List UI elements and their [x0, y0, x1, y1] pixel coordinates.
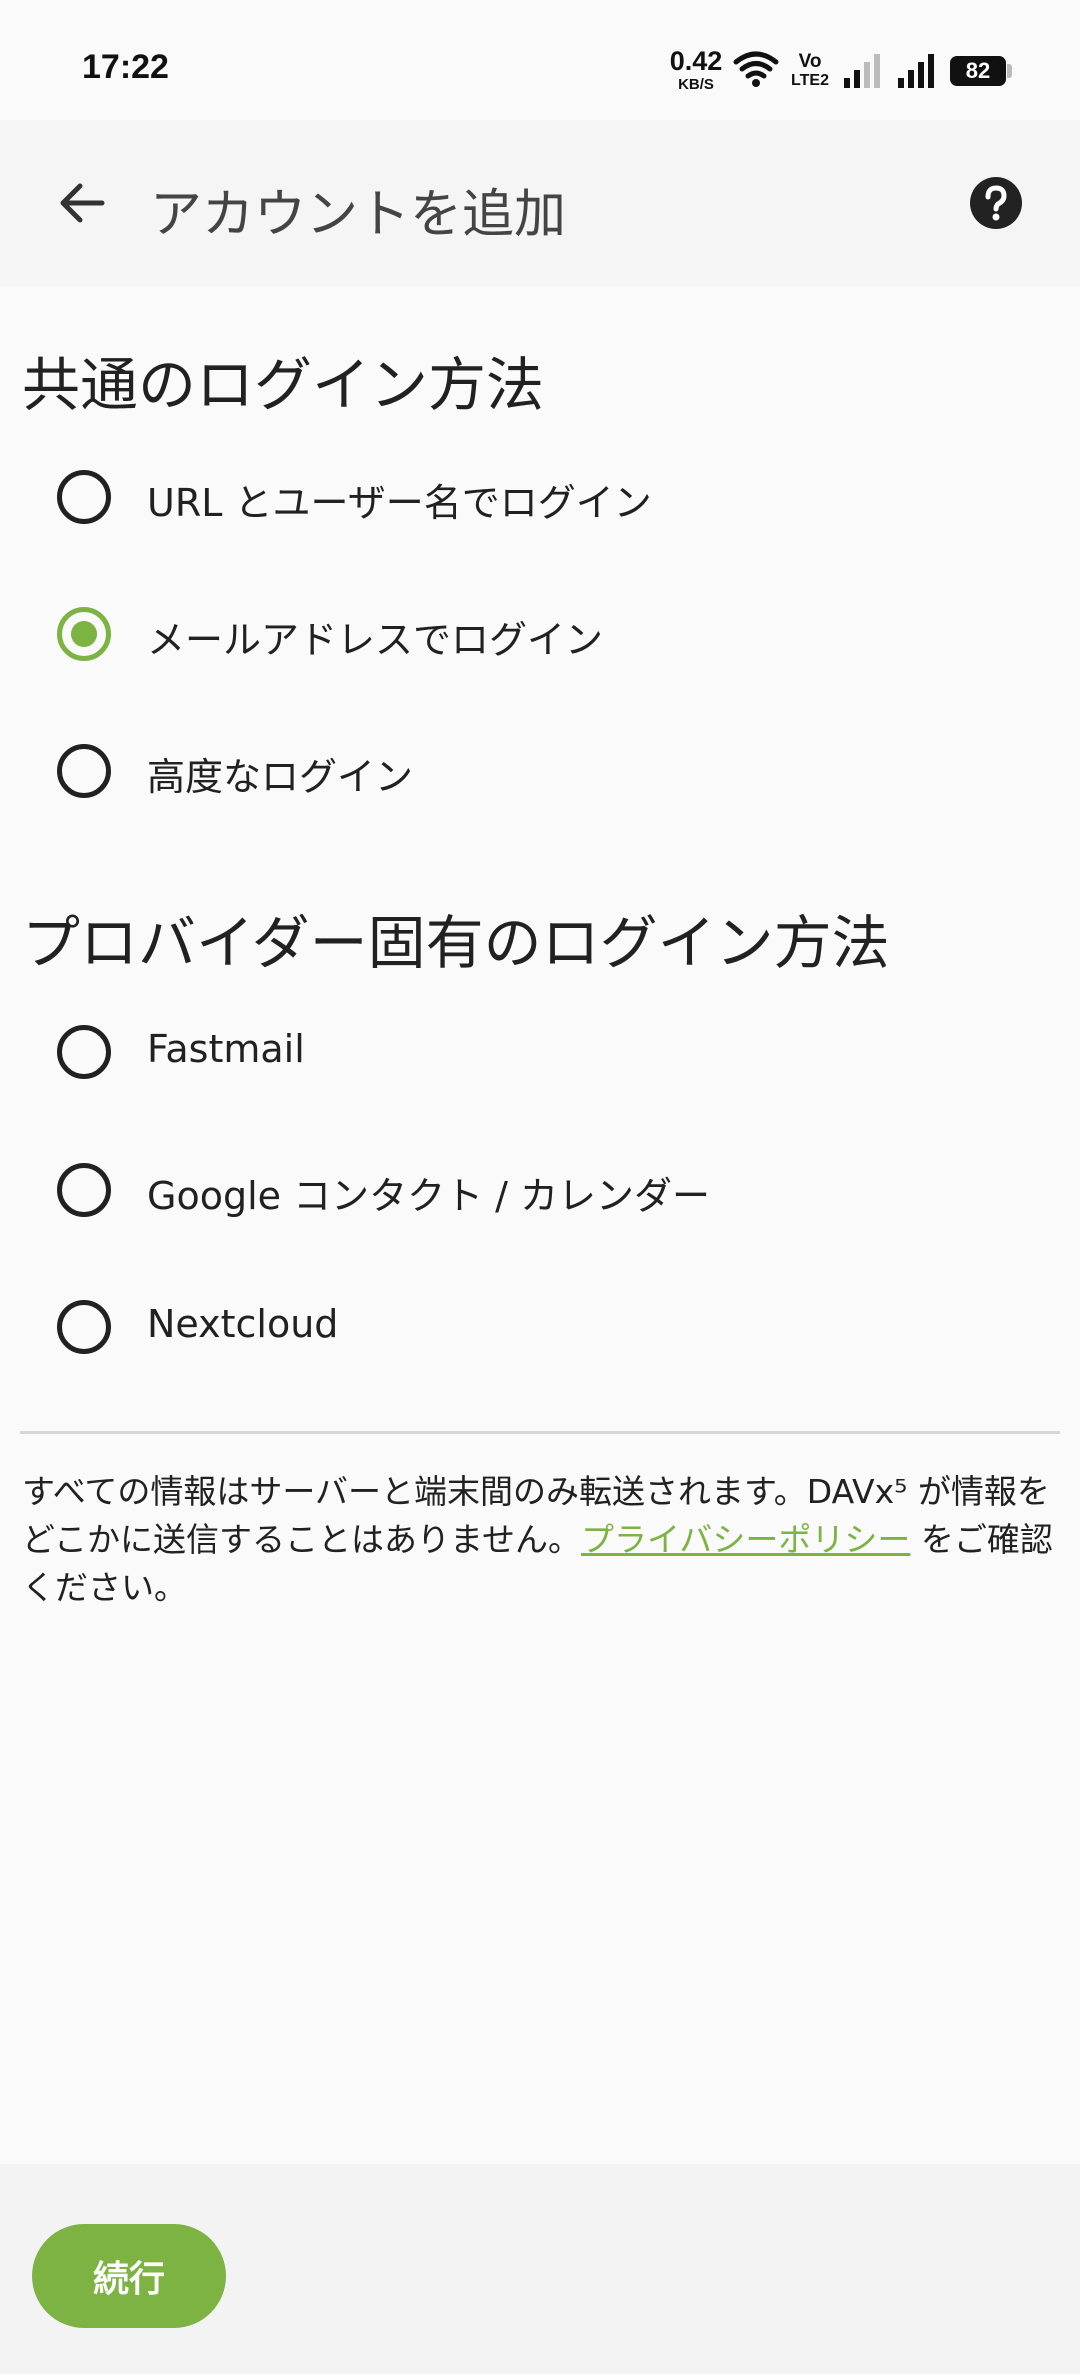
- divider: [20, 1431, 1060, 1434]
- option-label: 高度なログイン: [147, 755, 414, 799]
- bottom-bar: 続行: [0, 2164, 1080, 2374]
- radio-button-selected[interactable]: [57, 607, 111, 661]
- option-label: メールアドレスでログイン: [147, 618, 604, 662]
- option-label: URL とユーザー名でログイン: [147, 481, 652, 525]
- radio-button[interactable]: [57, 1300, 111, 1354]
- status-bar: 17:22 0.42 KB/S Vo LTE2 82: [0, 0, 1080, 120]
- battery-level: 82: [950, 56, 1006, 86]
- provider-login-heading: プロバイダー固有のログイン方法: [22, 909, 890, 977]
- radio-button[interactable]: [57, 1025, 111, 1079]
- radio-button[interactable]: [57, 470, 111, 524]
- continue-button[interactable]: 続行: [32, 2224, 226, 2328]
- app-bar: アカウントを追加: [0, 120, 1080, 286]
- signal-sim2-icon: [898, 54, 934, 88]
- network-speed-value: 0.42: [669, 46, 723, 76]
- volte-indicator: Vo LTE2: [788, 52, 832, 89]
- wifi-icon: [733, 51, 779, 87]
- volte-bottom: LTE2: [791, 72, 829, 89]
- radio-button[interactable]: [57, 1163, 111, 1217]
- status-time: 17:22: [82, 48, 169, 86]
- option-label: Nextcloud: [147, 1302, 339, 1346]
- network-speed-unit: KB/S: [678, 76, 714, 93]
- option-fastmail[interactable]: Fastmail: [0, 987, 1080, 1117]
- battery-tip: [1007, 64, 1012, 78]
- option-nextcloud[interactable]: Nextcloud: [0, 1262, 1080, 1392]
- privacy-policy-link[interactable]: プライバシーポリシー: [581, 1520, 910, 1559]
- arrow-back-icon: [60, 183, 105, 223]
- help-circle-icon: [970, 177, 1022, 229]
- option-google[interactable]: Google コンタクト / カレンダー: [0, 1125, 1080, 1255]
- radio-button[interactable]: [57, 744, 111, 798]
- signal-sim1-icon: [844, 54, 880, 88]
- option-email-login[interactable]: メールアドレスでログイン: [0, 569, 1080, 699]
- option-url-login[interactable]: URL とユーザー名でログイン: [0, 432, 1080, 562]
- common-login-heading: 共通のログイン方法: [22, 351, 545, 419]
- option-label: Fastmail: [147, 1027, 305, 1071]
- add-account-screen: 17:22 0.42 KB/S Vo LTE2 82 アカウントを追加 共通のロ…: [0, 0, 1080, 2374]
- volte-top: Vo: [798, 51, 822, 72]
- page-title: アカウントを追加: [150, 185, 567, 245]
- privacy-info-text: すべての情報はサーバーと端末間のみ転送されます。DAVx⁵ が情報をどこかに送信…: [22, 1468, 1062, 1612]
- option-advanced-login[interactable]: 高度なログイン: [0, 706, 1080, 836]
- option-label: Google コンタクト / カレンダー: [147, 1174, 711, 1218]
- help-button[interactable]: [956, 163, 1036, 243]
- back-button[interactable]: [36, 157, 128, 249]
- network-speed: 0.42 KB/S: [668, 46, 724, 93]
